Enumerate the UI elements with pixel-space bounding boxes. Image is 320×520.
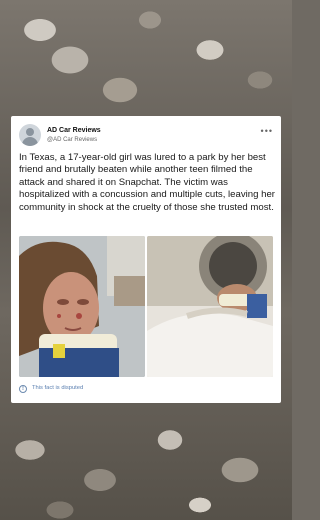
post-card: AD Car Reviews @AD Car Reviews ••• In Te… — [11, 116, 281, 403]
avatar-icon[interactable] — [19, 124, 41, 146]
post-text: In Texas, a 17-year-old girl was lured t… — [19, 152, 275, 213]
author-name[interactable]: AD Car Reviews — [47, 127, 101, 134]
more-options-icon[interactable]: ••• — [261, 126, 273, 136]
info-icon: ! — [19, 385, 27, 393]
disputed-label: This fact is disputed — [32, 385, 84, 391]
post-photos — [19, 236, 273, 377]
author-handle[interactable]: @AD Car Reviews — [47, 137, 97, 143]
photo-hospital-scan-illustration — [147, 236, 273, 377]
photo-hospital-scan[interactable] — [147, 236, 273, 377]
photo-injured-girl[interactable] — [19, 236, 145, 377]
post-header: AD Car Reviews @AD Car Reviews ••• — [19, 124, 273, 148]
photo-injured-girl-illustration — [19, 236, 145, 377]
